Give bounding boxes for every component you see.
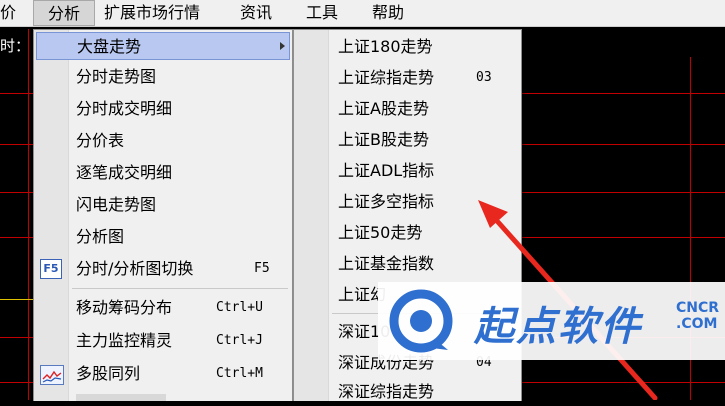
watermark: 起点软件 CNCR .COM <box>378 282 725 360</box>
watermark-domain-top: CNCR <box>676 300 720 316</box>
watermark-logo-icon <box>389 289 453 353</box>
watermark-domain-bottom: .COM <box>676 316 718 332</box>
annotation-arrow-head <box>478 200 508 228</box>
watermark-domain: CNCR .COM <box>676 300 719 332</box>
watermark-brand: 起点软件 <box>474 304 642 350</box>
